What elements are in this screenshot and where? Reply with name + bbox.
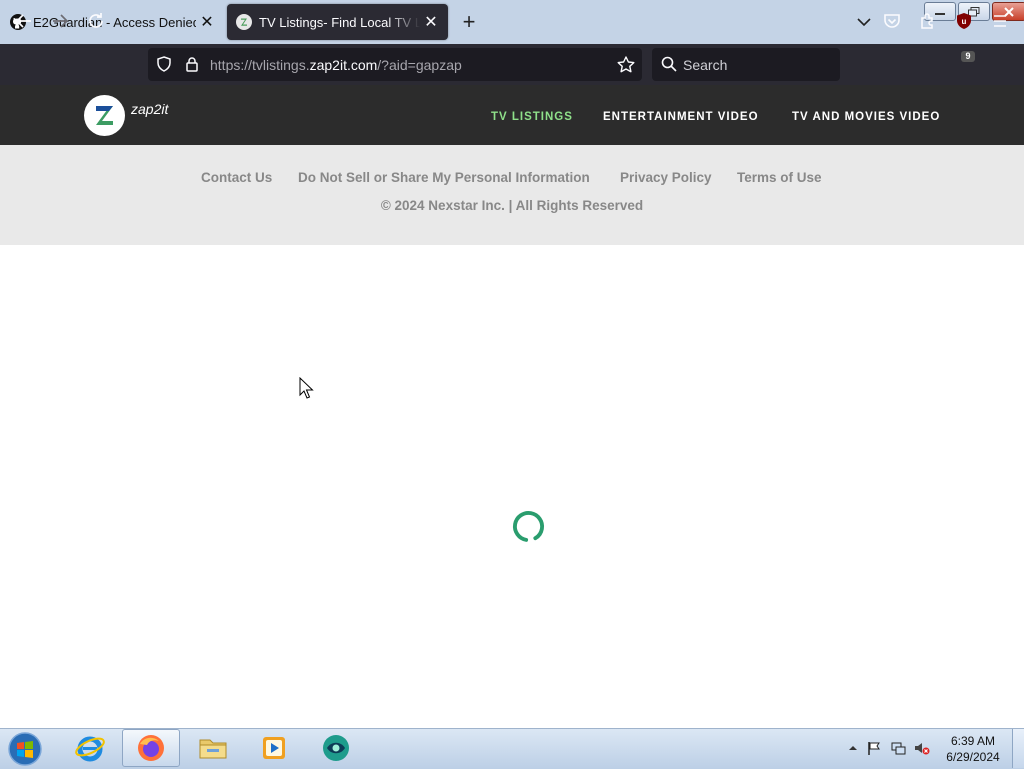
ublock-icon[interactable]: u	[952, 9, 976, 33]
media-player-icon	[263, 737, 285, 759]
nav-tv-and-movies-video[interactable]: TV AND MOVIES VIDEO	[792, 111, 940, 123]
url-text[interactable]: https://tvlistings.zap2it.com/?aid=gapza…	[210, 57, 462, 73]
brand-name: zap2it	[131, 101, 169, 117]
file-explorer-icon	[199, 739, 227, 759]
nav-entertainment-video[interactable]: ENTERTAINMENT VIDEO	[603, 111, 759, 123]
clock-time: 6:39 AM	[950, 734, 996, 748]
extension-badge: 9	[961, 51, 975, 62]
lock-icon[interactable]	[183, 55, 201, 73]
search-placeholder: Search	[683, 57, 728, 73]
zap2it-logo[interactable]	[84, 95, 125, 136]
menu-icon[interactable]	[988, 9, 1012, 33]
close-tab-icon[interactable]: ✕	[420, 11, 442, 33]
zap2it-icon	[96, 106, 113, 125]
shield-icon[interactable]	[155, 55, 173, 73]
nav-tv-listings[interactable]: TV LISTINGS	[491, 111, 573, 123]
chevron-down-icon[interactable]	[853, 12, 875, 32]
forward-arrow-icon[interactable]	[48, 9, 72, 33]
network-icon[interactable]	[890, 740, 906, 756]
mouse-cursor-icon	[299, 377, 314, 399]
loading-spinner-icon	[512, 510, 545, 543]
action-center-flag-icon[interactable]	[866, 740, 882, 756]
taskbar-file-explorer[interactable]	[184, 729, 242, 767]
close-tab-icon[interactable]: ✕	[196, 11, 218, 33]
url-prefix: https://tvlistings.	[210, 57, 310, 73]
firefox-icon	[138, 735, 164, 761]
taskbar-internet-explorer[interactable]	[61, 729, 119, 767]
copyright-text: © 2024 Nexstar Inc. | All Rights Reserve…	[380, 198, 644, 213]
new-tab-button[interactable]: +	[458, 11, 480, 33]
show-hidden-icons-icon[interactable]	[845, 740, 861, 756]
app-icon	[323, 735, 349, 761]
bookmark-star-icon[interactable]	[616, 55, 636, 75]
footer-link-do-not-sell[interactable]: Do Not Sell or Share My Personal Informa…	[298, 170, 590, 185]
footer-link-terms-of-use[interactable]: Terms of Use	[737, 170, 822, 185]
back-arrow-icon[interactable]	[12, 9, 36, 33]
url-path: /?aid=gapzap	[377, 57, 462, 73]
extensions-icon[interactable]	[916, 9, 940, 33]
taskbar-firefox[interactable]	[122, 729, 180, 767]
site-footer	[0, 145, 1024, 245]
show-desktop-button[interactable]	[1012, 729, 1024, 768]
clock-date: 6/29/2024	[946, 750, 1000, 764]
volume-muted-icon[interactable]	[914, 740, 930, 756]
svg-text:u: u	[962, 17, 967, 26]
taskbar-app[interactable]	[307, 729, 365, 767]
tab-tv-listings[interactable]: TV Listings- Find Local TV Listings ✕	[227, 4, 448, 40]
zap2it-icon	[236, 14, 252, 30]
system-clock[interactable]: 6:39 AM 6/29/2024	[938, 733, 1008, 765]
internet-explorer-icon	[75, 736, 105, 762]
footer-link-privacy-policy[interactable]: Privacy Policy	[620, 170, 712, 185]
pocket-icon[interactable]	[880, 9, 904, 33]
search-input[interactable]	[652, 48, 840, 81]
footer-link-contact-us[interactable]: Contact Us	[201, 170, 272, 185]
windows-start-icon[interactable]	[6, 731, 44, 767]
tab-title: TV Listings- Find Local TV Listings	[259, 14, 420, 30]
reload-icon[interactable]	[84, 9, 108, 33]
url-domain: zap2it.com	[309, 57, 378, 73]
search-icon	[661, 56, 677, 72]
taskbar-media-player[interactable]	[245, 729, 303, 767]
